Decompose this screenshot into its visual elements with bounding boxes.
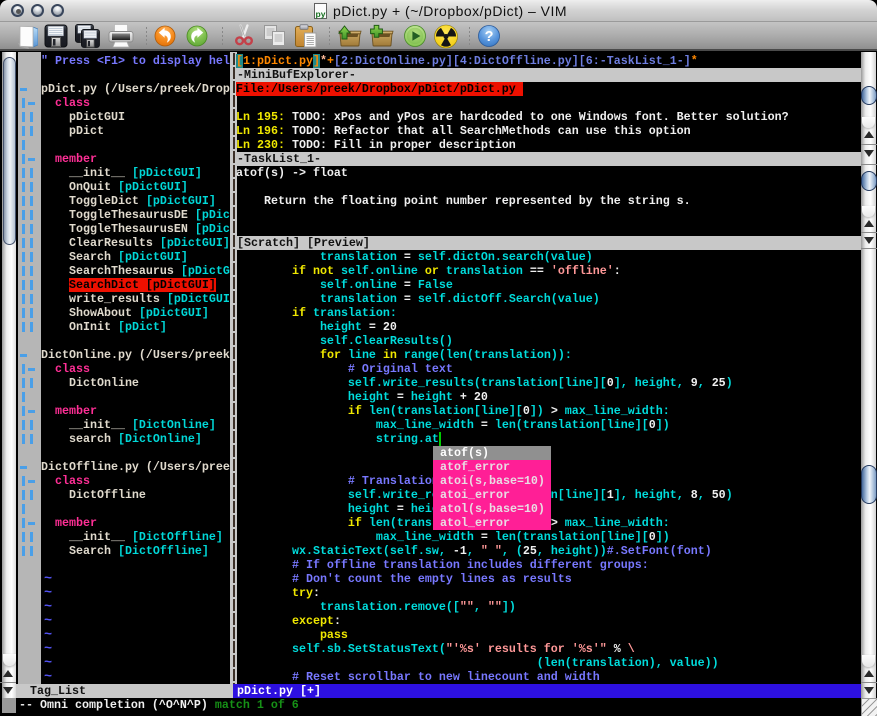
svg-text:?: ? xyxy=(485,29,494,45)
